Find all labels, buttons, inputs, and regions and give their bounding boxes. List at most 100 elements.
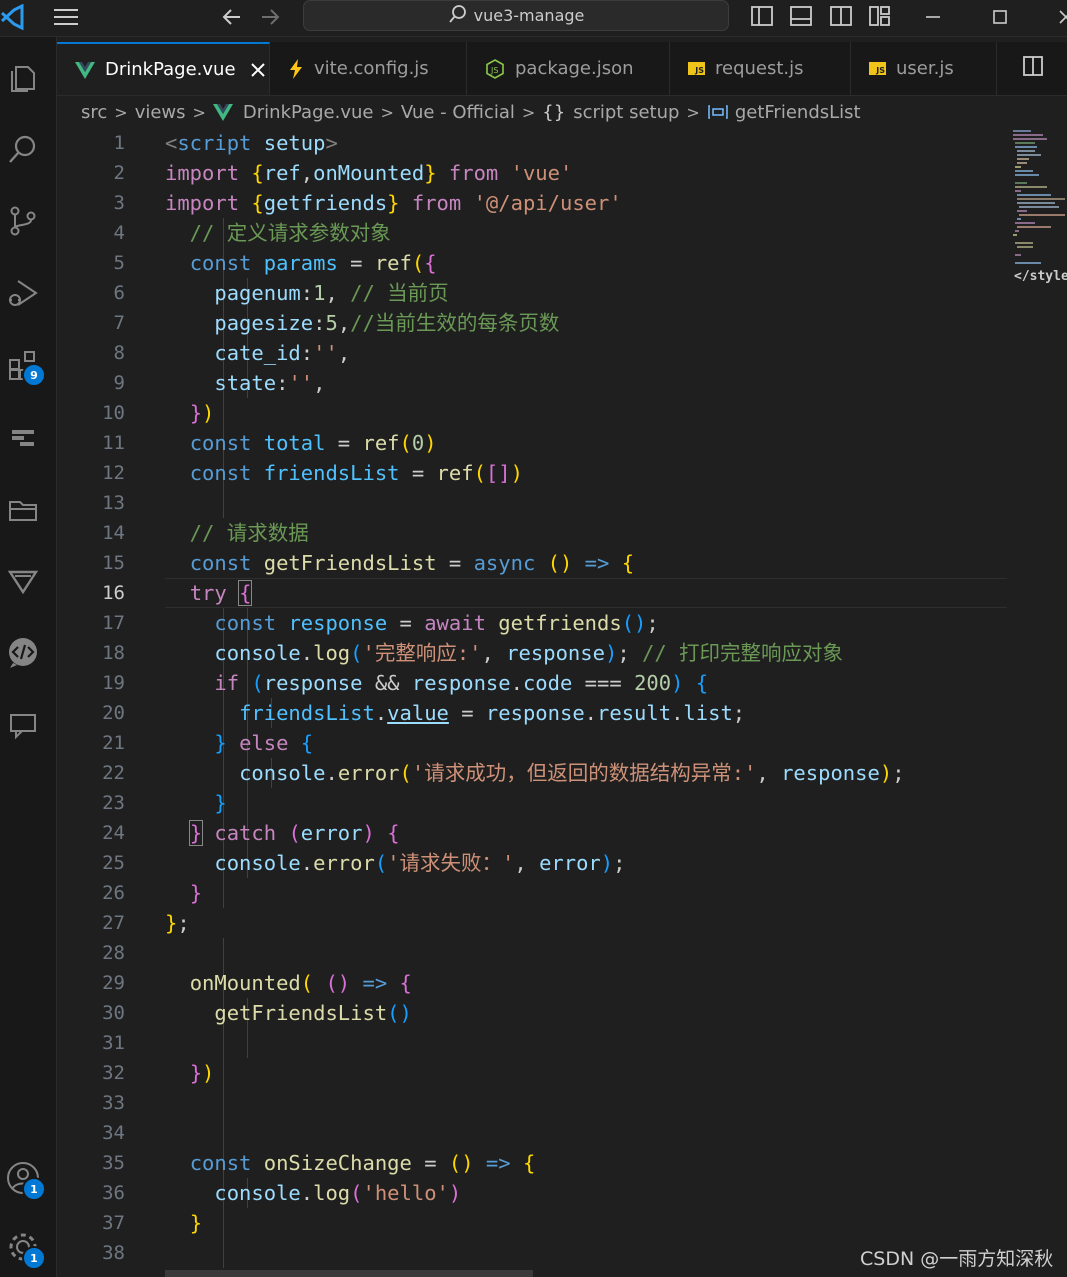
extensions-badge: 9 xyxy=(22,363,46,387)
line-number: 10 xyxy=(102,402,125,424)
settings-gear-icon[interactable]: 1 xyxy=(0,1224,46,1270)
line-number: 22 xyxy=(102,762,125,784)
tab-request-js[interactable]: JS request.js xyxy=(670,42,851,95)
code-line: const params = ref({ xyxy=(189,251,437,275)
line-number: 21 xyxy=(102,732,125,754)
maximize-window-icon[interactable] xyxy=(987,4,1013,30)
line-number: 7 xyxy=(113,312,125,334)
tab-label: user.js xyxy=(896,58,954,79)
code-line: } xyxy=(189,1211,203,1235)
tab-package-json[interactable]: JS package.json xyxy=(467,42,670,95)
extensions-icon[interactable]: 9 xyxy=(0,342,46,388)
line-number: 13 xyxy=(102,492,125,514)
minimap-line xyxy=(1015,254,1021,256)
tab-label: DrinkPage.vue xyxy=(105,59,236,80)
minimap-line xyxy=(1017,162,1027,164)
line-number: 6 xyxy=(113,282,125,304)
split-editor-icon[interactable] xyxy=(1022,55,1048,81)
code-line: } catch (error) { xyxy=(188,820,400,846)
code-line: pagesize:5,//当前生效的每条页数 xyxy=(214,311,560,335)
minimap-line xyxy=(1015,186,1047,188)
minimap-line xyxy=(1017,158,1029,160)
minimap-line xyxy=(1017,218,1021,220)
breadcrumb-script-setup[interactable]: {} script setup xyxy=(542,102,679,123)
remote-explorer-icon[interactable] xyxy=(0,414,46,460)
minimap-line xyxy=(1015,262,1041,264)
breadcrumb-views[interactable]: views xyxy=(135,102,186,123)
line-number: 30 xyxy=(102,1002,125,1024)
current-line-highlight xyxy=(165,578,1007,608)
line-number: 5 xyxy=(113,252,125,274)
js-file-icon: JS xyxy=(869,62,886,75)
title-bar: vue3-manage xyxy=(0,0,1067,37)
tab-user-js[interactable]: JS user.js xyxy=(851,42,997,95)
minimap-line xyxy=(1019,206,1059,208)
horizontal-scrollbar[interactable] xyxy=(165,1270,533,1277)
code-line: } else { xyxy=(214,731,314,755)
minimap-line xyxy=(1017,202,1055,204)
folders-icon[interactable] xyxy=(0,486,46,532)
line-number: 4 xyxy=(113,222,125,244)
close-window-icon[interactable] xyxy=(1053,4,1067,30)
comments-icon[interactable] xyxy=(0,702,46,748)
breadcrumb: src > views > DrinkPage.vue > Vue - Offi… xyxy=(81,97,861,127)
code-line: cate_id:'', xyxy=(214,341,351,365)
line-number: 2 xyxy=(113,162,125,184)
breadcrumb-file[interactable]: DrinkPage.vue xyxy=(212,101,374,123)
toggle-secondary-sidebar-icon[interactable] xyxy=(829,5,853,27)
tab-drinkpage-vue[interactable]: DrinkPage.vue xyxy=(57,42,270,95)
line-number: 28 xyxy=(102,942,125,964)
minimap[interactable]: </style> xyxy=(1007,128,1067,1277)
line-number: 38 xyxy=(102,1242,125,1264)
toggle-primary-sidebar-icon[interactable] xyxy=(750,5,774,27)
line-number: 20 xyxy=(102,702,125,724)
minimap-line xyxy=(1017,226,1051,228)
code-line: console.error('请求失败：', error); xyxy=(214,851,626,875)
code-line: <script setup> xyxy=(165,131,338,155)
arrow-right-icon[interactable] xyxy=(258,5,282,29)
code-chat-icon[interactable] xyxy=(0,630,46,676)
minimap-line xyxy=(1015,222,1035,224)
funnel-icon[interactable] xyxy=(0,558,46,604)
code-line: }) xyxy=(189,1061,215,1085)
js-file-icon: JS xyxy=(688,62,705,75)
code-line: const onSizeChange = () => { xyxy=(189,1151,536,1175)
breadcrumb-src[interactable]: src xyxy=(81,102,107,123)
minimap-line xyxy=(1013,234,1017,236)
code-editor[interactable]: 1 <script setup> 2 import {ref,onMounted} … xyxy=(57,128,1007,1277)
minimap-line xyxy=(1019,214,1065,216)
toggle-panel-icon[interactable] xyxy=(789,5,813,27)
svg-text:JS: JS xyxy=(490,66,498,75)
line-number: 31 xyxy=(102,1032,125,1054)
minimap-line xyxy=(1015,182,1027,184)
customize-layout-icon[interactable] xyxy=(868,5,892,27)
hamburger-menu-icon[interactable] xyxy=(52,6,80,28)
minimap-line xyxy=(1015,190,1021,192)
code-line: // 请求数据 xyxy=(165,521,309,545)
source-control-icon[interactable] xyxy=(0,198,46,244)
run-and-debug-icon[interactable] xyxy=(0,270,46,316)
minimap-line xyxy=(1017,198,1065,200)
line-number: 16 xyxy=(102,582,125,604)
explorer-icon[interactable] xyxy=(0,55,46,101)
line-number: 3 xyxy=(113,192,125,214)
code-line: import {ref,onMounted} from 'vue' xyxy=(165,161,573,185)
breadcrumb-file-label: DrinkPage.vue xyxy=(242,101,374,123)
search-icon[interactable] xyxy=(0,126,46,172)
command-center-search[interactable]: vue3-manage xyxy=(303,0,729,31)
minimize-window-icon[interactable] xyxy=(920,4,946,30)
line-number: 33 xyxy=(102,1092,125,1114)
vscode-logo-icon xyxy=(0,3,26,31)
close-icon[interactable] xyxy=(250,62,266,78)
code-line: } xyxy=(189,881,203,905)
breadcrumb-language[interactable]: Vue - Official xyxy=(401,102,515,123)
tab-vite-config[interactable]: vite.config.js xyxy=(270,42,467,95)
code-line: pagenum:1, // 当前页 xyxy=(214,281,449,305)
arrow-left-icon[interactable] xyxy=(220,5,244,29)
line-number: 19 xyxy=(102,672,125,694)
minimap-line xyxy=(1015,142,1035,144)
accounts-icon[interactable]: 1 xyxy=(0,1155,46,1201)
code-line: }) xyxy=(189,401,215,425)
breadcrumb-symbol[interactable]: getFriendsList xyxy=(707,102,861,123)
code-line: }; xyxy=(165,911,190,935)
